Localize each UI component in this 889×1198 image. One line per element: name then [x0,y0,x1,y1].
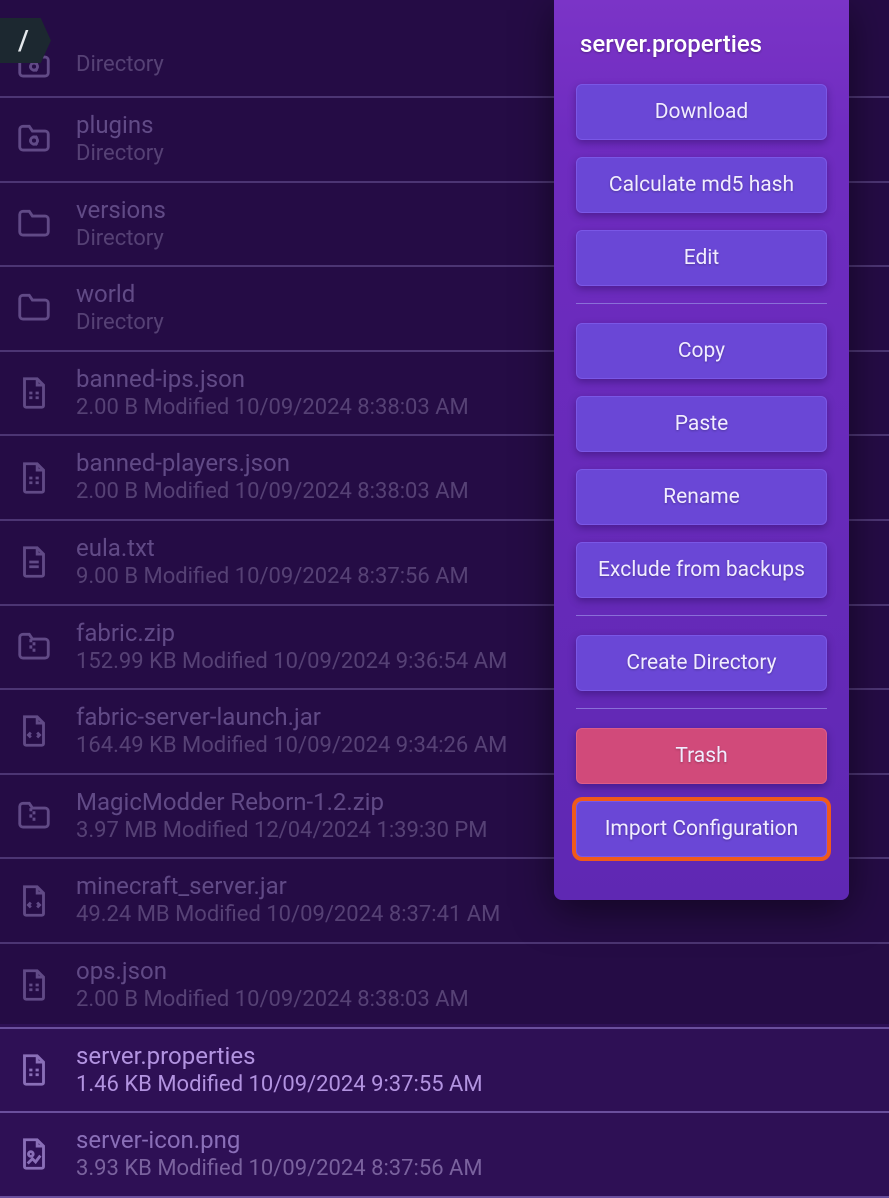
breadcrumb[interactable]: / [0,18,51,63]
md5-button[interactable]: Calculate md5 hash [576,157,827,213]
menu-separator [576,615,827,616]
mkdir-button[interactable]: Create Directory [576,635,827,691]
rename-button[interactable]: Rename [576,469,827,525]
file-subtitle: 3.93 KB Modified 10/09/2024 8:37:56 AM [76,1155,483,1184]
menu-separator [576,708,827,709]
file-settings-icon [10,1051,58,1089]
context-menu: server.properties Download Calculate md5 … [554,0,849,900]
file-name: server.properties [76,1041,483,1071]
context-menu-body: Download Calculate md5 hash Edit Copy Paste R… [576,84,827,857]
copy-button[interactable]: Copy [576,323,827,379]
menu-separator [576,303,827,304]
importcfg-button[interactable]: Import Configuration [576,801,827,857]
file-row[interactable]: server.properties1.46 KB Modified 10/09/… [0,1029,889,1114]
trash-button[interactable]: Trash [576,728,827,784]
download-button[interactable]: Download [576,84,827,140]
file-row[interactable]: server-icon.png3.93 KB Modified 10/09/20… [0,1113,889,1198]
file-subtitle: 1.46 KB Modified 10/09/2024 9:37:55 AM [76,1071,483,1100]
edit-button[interactable]: Edit [576,230,827,286]
paste-button[interactable]: Paste [576,396,827,452]
exclude-button[interactable]: Exclude from backups [576,542,827,598]
file-name: server-icon.png [76,1125,483,1155]
file-image-icon [10,1135,58,1173]
context-menu-title: server.properties [580,30,823,58]
